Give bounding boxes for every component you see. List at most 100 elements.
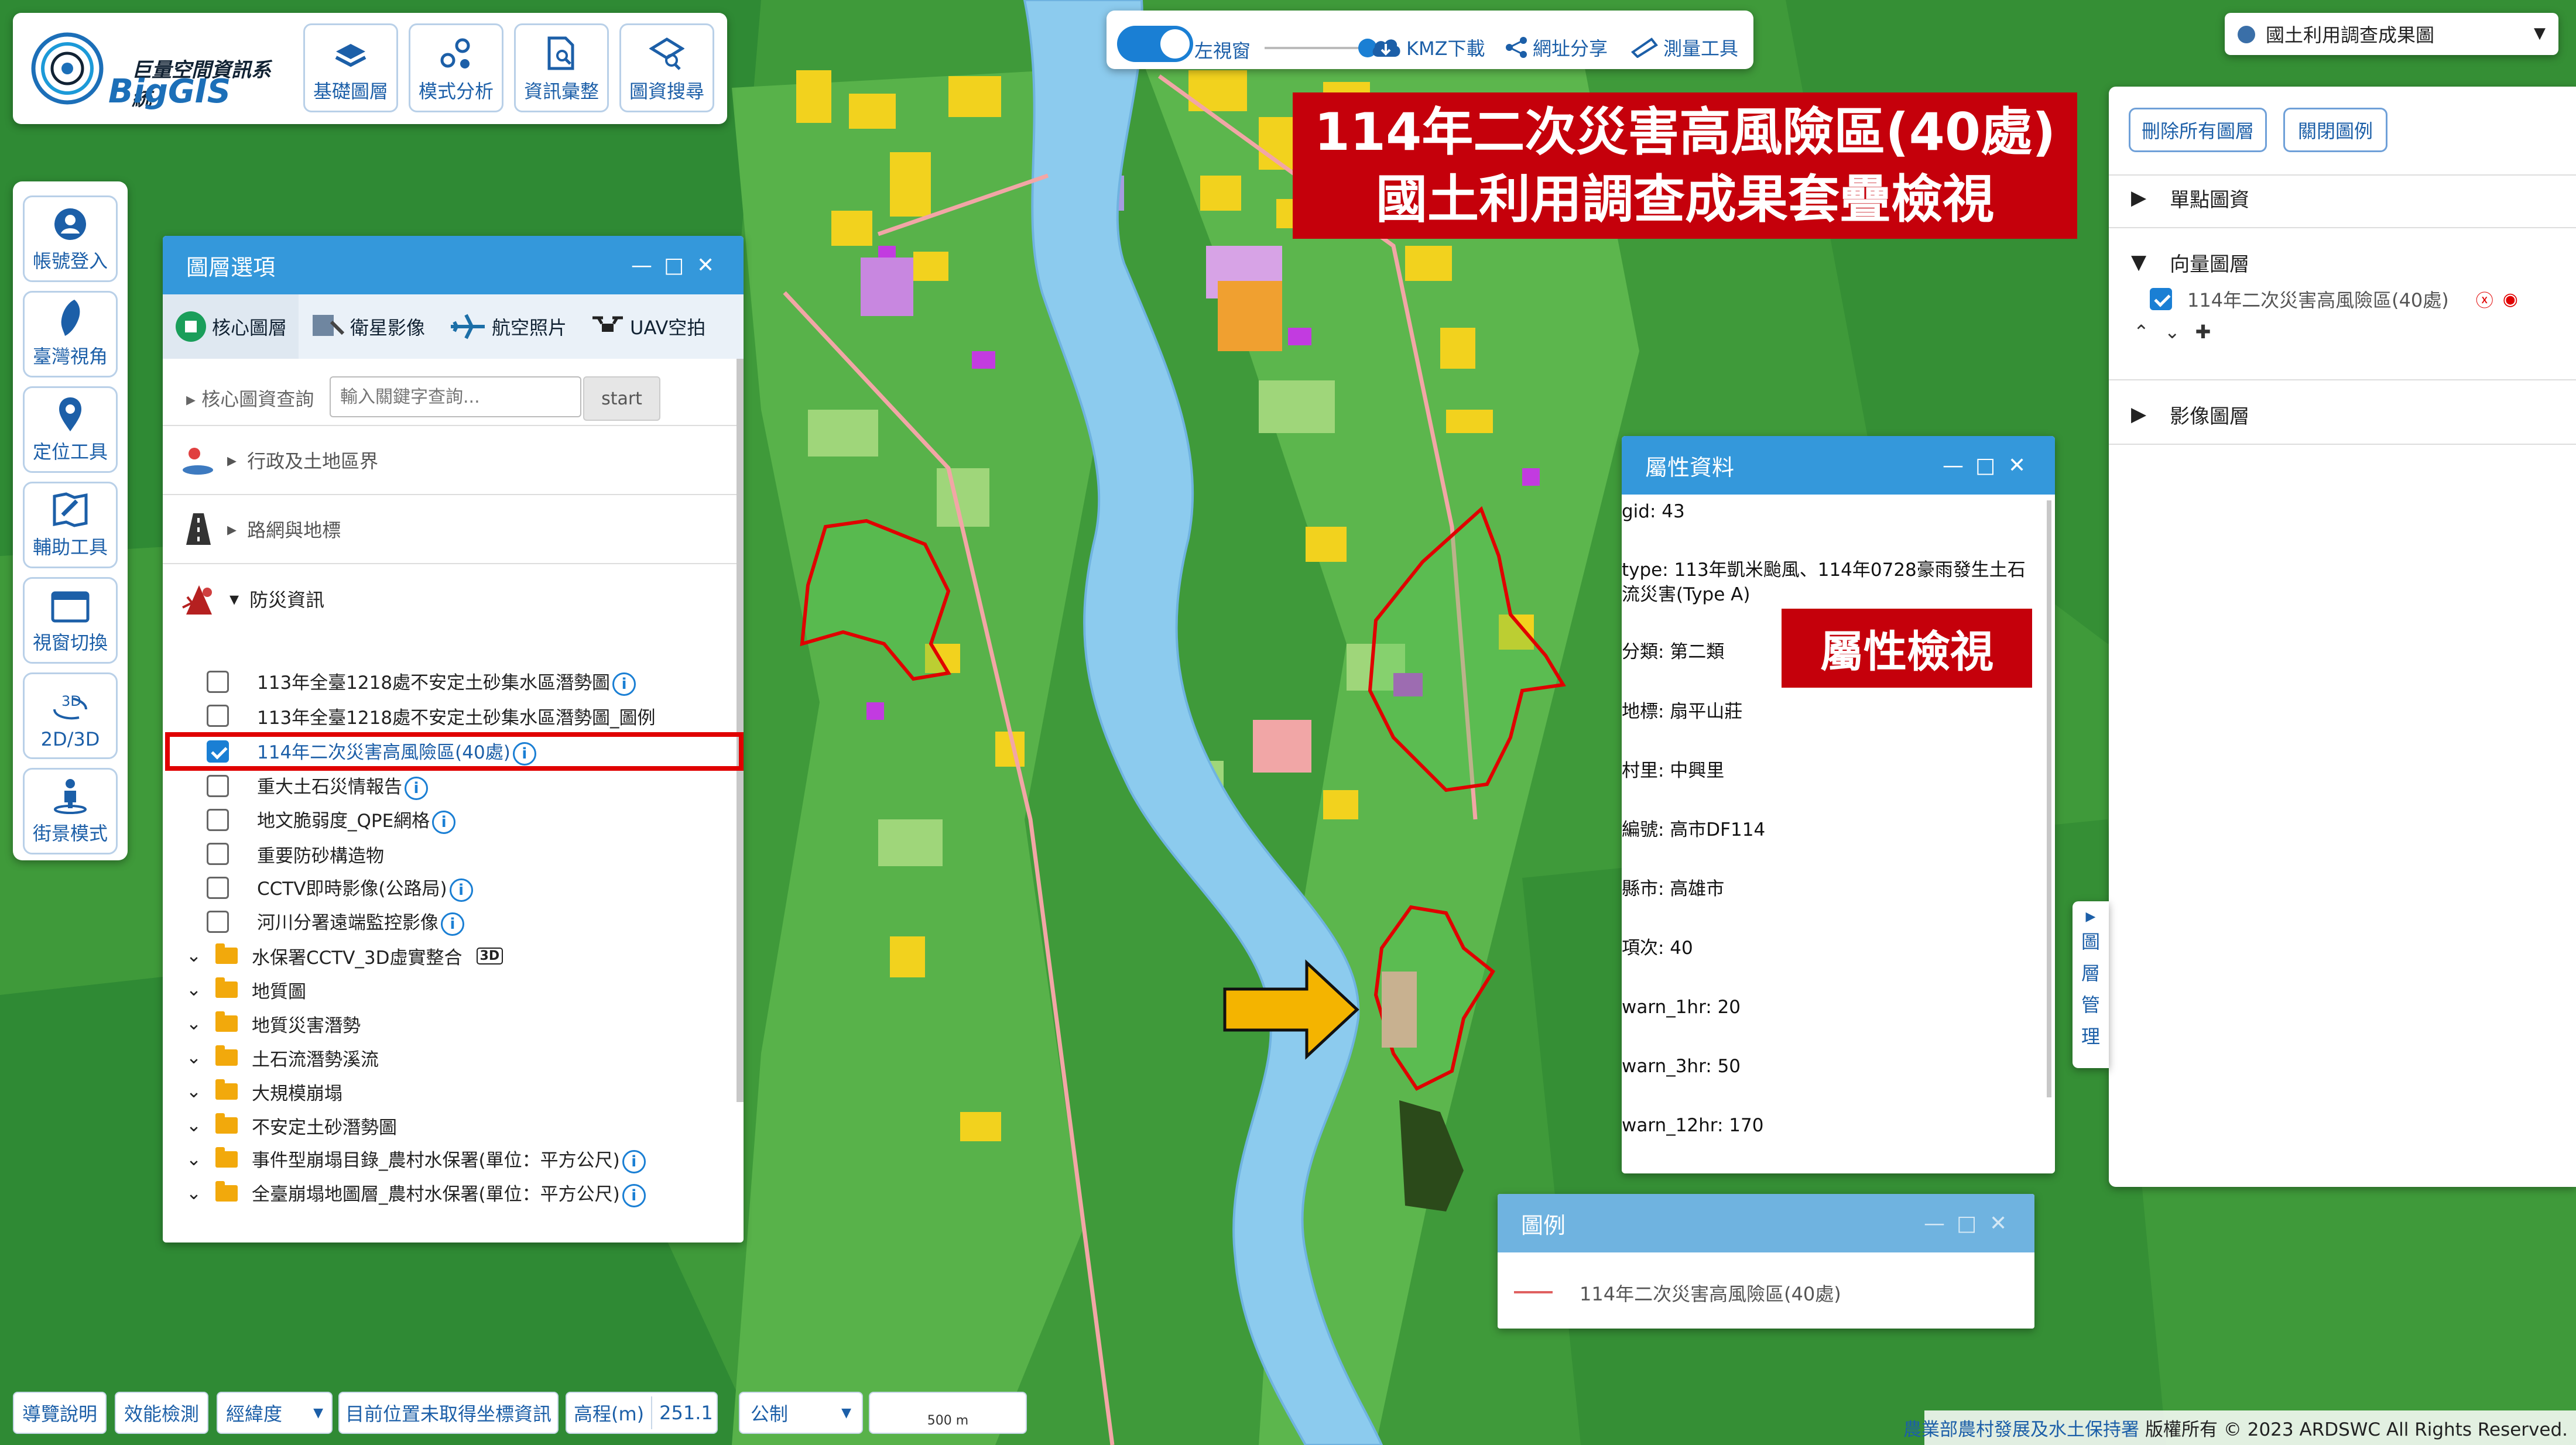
layer-checkbox[interactable]	[207, 705, 229, 727]
layer-checkbox[interactable]	[207, 671, 229, 693]
attribute-scrollbar[interactable]	[2047, 500, 2051, 1097]
layer-settings-icon[interactable]: ◉	[2503, 289, 2518, 310]
layer-item-river-monitoring[interactable]: 河川分署遠端監控影像 i	[207, 905, 464, 938]
maximize-icon[interactable]: □	[1957, 1211, 1976, 1235]
tab-satellite[interactable]: 衛星影像	[299, 294, 437, 359]
tab-aerial[interactable]: 航空照片	[437, 294, 578, 359]
layer-checkbox[interactable]	[207, 775, 229, 797]
model-analysis-button[interactable]: 模式分析	[409, 23, 503, 112]
info-icon[interactable]: i	[622, 1184, 646, 1207]
legend-header[interactable]: 圖例 — □ ✕	[1498, 1194, 2034, 1252]
add-layer-icon[interactable]: ✚	[2195, 321, 2211, 343]
guide-button[interactable]: 導覽說明	[13, 1392, 107, 1434]
share-url-button[interactable]: 網址分享	[1505, 34, 1608, 61]
scale-bar: 500 m	[869, 1392, 1027, 1434]
minimize-icon[interactable]: —	[631, 253, 652, 277]
move-down-icon[interactable]: ⌄	[2164, 321, 2180, 343]
chevron-right-icon: ▸	[227, 518, 237, 540]
layer-checkbox[interactable]	[207, 877, 229, 899]
attr-warn-3hr: warn_3hr: 50	[1622, 1056, 1741, 1077]
layer-item-major-debris-report[interactable]: 重大土石災情報告 i	[207, 770, 428, 802]
agency-link[interactable]: 農業部農村發展及水土保持署	[1903, 1415, 2139, 1441]
aux-tool-label: 輔助工具	[32, 536, 108, 558]
layer-item-label: 113年全臺1218處不安定土砂集水區潛勢圖	[257, 672, 611, 694]
minimize-icon[interactable]: —	[1924, 1211, 1945, 1235]
basemap-select[interactable]: 國土利用調查成果圖 ▼	[2225, 13, 2558, 55]
folder-geo-hazard[interactable]: ⌄ 地質災害潛勢	[186, 1007, 361, 1040]
basic-layers-button[interactable]: 基礎圖層	[303, 23, 398, 112]
close-icon[interactable]: ✕	[1989, 1211, 2007, 1235]
group-disaster-info[interactable]: ▾ 防災資訊	[163, 564, 744, 633]
layer-item-qpe-grid[interactable]: 地文脆弱度_QPE網格 i	[207, 804, 456, 836]
login-button[interactable]: 帳號登入	[23, 195, 118, 282]
point-layers-section[interactable]: ▶ 單點圖資	[2131, 180, 2249, 215]
attr-village: 村里: 中興里	[1622, 760, 1725, 781]
tab-uav[interactable]: UAV空拍	[578, 294, 717, 359]
folder-island-landslide[interactable]: ⌄ 全臺崩塌地圖層_農村水保署(單位：平方公尺) i	[186, 1177, 646, 1210]
info-icon[interactable]: i	[432, 811, 456, 834]
taiwan-view-button[interactable]: 臺灣視角	[23, 291, 118, 377]
unit-system-select[interactable]: 公制 ▼	[739, 1392, 863, 1434]
group-admin-boundary[interactable]: ▸ 行政及土地區界	[163, 426, 744, 495]
core-search-input[interactable]	[330, 376, 581, 417]
search-start-button[interactable]: start	[583, 376, 660, 421]
folder-event-landslide[interactable]: ⌄ 事件型崩塌目錄_農村水保署(單位：平方公尺) i	[186, 1143, 646, 1176]
folder-icon	[215, 977, 238, 998]
image-layers-section[interactable]: ▶ 影像圖層	[2131, 397, 2249, 432]
map-search-button[interactable]: 圖資搜尋	[619, 23, 714, 112]
layer-item-cctv-highway[interactable]: CCTV即時影像(公路局) i	[207, 871, 473, 904]
kmz-download-button[interactable]: KMZ下載	[1370, 34, 1485, 61]
info-summary-button[interactable]: 資訊彙整	[514, 23, 609, 112]
folder-debris-flow[interactable]: ⌄ 土石流潛勢溪流	[186, 1041, 379, 1074]
remove-layer-icon[interactable]: ⓧ	[2476, 286, 2493, 312]
coordinate-system-select[interactable]: 經緯度 ▼	[217, 1392, 333, 1434]
info-icon[interactable]: i	[449, 878, 473, 902]
folder-geology[interactable]: ⌄ 地質圖	[186, 973, 306, 1006]
close-icon[interactable]: ✕	[2008, 454, 2026, 478]
folder-label: 土石流潛勢溪流	[251, 1049, 379, 1070]
performance-button[interactable]: 效能檢測	[115, 1392, 208, 1434]
info-icon[interactable]: i	[405, 777, 428, 800]
group-roads-landmarks[interactable]: ▸ 路網與地標	[163, 495, 744, 564]
attribute-header[interactable]: 屬性資料 — □ ✕	[1622, 436, 2055, 495]
close-legend-button[interactable]: 關閉圖例	[2283, 108, 2387, 152]
folder-cctv-3d[interactable]: ⌄ 水保署CCTV_3D虛實整合 3D	[186, 939, 503, 972]
chevron-down-icon: ▼	[313, 1405, 323, 1420]
folder-unstable-sediment[interactable]: ⌄ 不安定土砂潛勢圖	[186, 1109, 397, 1142]
street-view-button[interactable]: 街景模式	[23, 768, 118, 854]
elevation-label: 高程(m)	[574, 1403, 645, 1425]
remove-all-layers-button[interactable]: 刪除所有圖層	[2129, 108, 2267, 152]
view-2d3d-button[interactable]: 3D 2D/3D	[23, 672, 118, 759]
tab-core-layers[interactable]: 核心圖層	[163, 294, 299, 359]
close-icon[interactable]: ✕	[697, 253, 714, 277]
aux-tool-button[interactable]: 輔助工具	[23, 482, 118, 568]
layer-item-label: CCTV即時影像(公路局)	[257, 878, 447, 900]
layer-item-1218-legend[interactable]: 113年全臺1218處不安定土砂集水區潛勢圖_圖例	[207, 699, 656, 732]
minimize-icon[interactable]: —	[1943, 454, 1964, 478]
vector-layers-section[interactable]: ▼ 向量圖層	[2131, 245, 2249, 280]
layer-options-header[interactable]: 圖層選項 — □ ✕	[163, 236, 744, 294]
layer-checkbox[interactable]	[207, 911, 229, 933]
vector-layer-checkbox[interactable]	[2150, 288, 2172, 310]
location-tool-button[interactable]: 定位工具	[23, 386, 118, 473]
move-up-icon[interactable]: ⌃	[2133, 321, 2149, 343]
layer-item-sabo-structures[interactable]: 重要防砂構造物	[207, 838, 384, 870]
biggis-logo[interactable]: 巨量空間資訊系統 BigGIS	[29, 25, 281, 112]
layer-checkbox[interactable]	[207, 843, 229, 865]
maximize-icon[interactable]: □	[1975, 454, 1995, 478]
layer-panel-scrollbar[interactable]	[737, 359, 744, 1102]
split-view-toggle[interactable]	[1117, 26, 1193, 62]
legend-swatch	[1514, 1291, 1553, 1293]
layer-item-1218-potential[interactable]: 113年全臺1218處不安定土砂集水區潛勢圖 i	[207, 665, 636, 698]
info-icon[interactable]: i	[622, 1150, 646, 1173]
info-icon[interactable]: i	[441, 912, 464, 936]
layer-manager-tab[interactable]: ▶ 圖 層 管 理	[2073, 901, 2109, 1068]
info-icon[interactable]: i	[612, 672, 636, 696]
maximize-icon[interactable]: □	[664, 253, 684, 277]
title-line-2: 國土利用調查成果套疊檢視	[1375, 169, 1994, 229]
attribute-body: gid: 43 type: 113年凱米颱風、114年0728豪雨發生土石流災害…	[1622, 495, 2044, 1173]
window-switch-button[interactable]: 視窗切換	[23, 577, 118, 664]
layer-checkbox[interactable]	[207, 809, 229, 831]
measure-tool-button[interactable]: 測量工具	[1630, 34, 1738, 61]
folder-large-landslide[interactable]: ⌄ 大規模崩塌	[186, 1075, 342, 1108]
